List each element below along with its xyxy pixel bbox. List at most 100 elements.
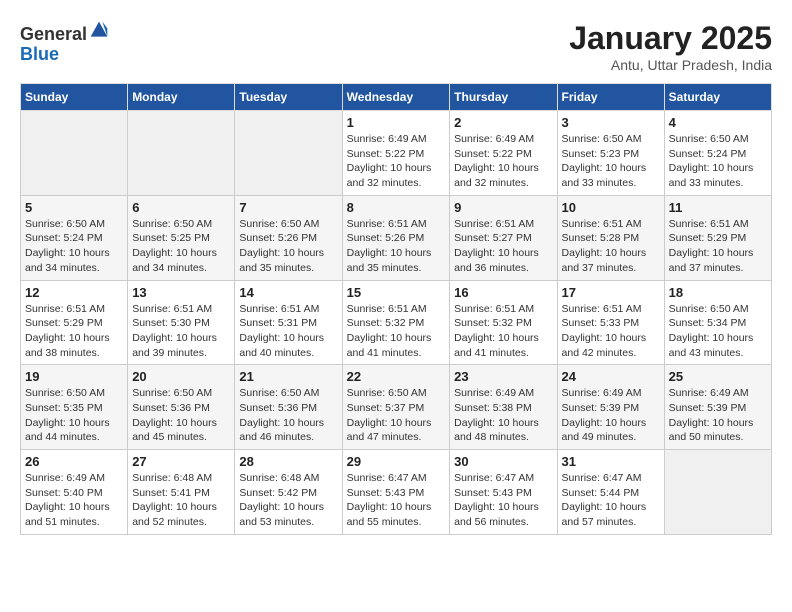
day-info: Sunrise: 6:48 AM Sunset: 5:42 PM Dayligh…	[239, 471, 337, 530]
calendar-cell: 11 Sunrise: 6:51 AM Sunset: 5:29 PM Dayli…	[664, 195, 771, 280]
day-info: Sunrise: 6:50 AM Sunset: 5:24 PM Dayligh…	[669, 132, 767, 191]
calendar-cell: 12Sunrise: 6:51 AM Sunset: 5:29 PM Dayli…	[21, 280, 128, 365]
day-number: 15	[347, 285, 446, 300]
day-number: 9	[454, 200, 552, 215]
calendar-cell: 19 Sunrise: 6:50 AM Sunset: 5:35 PM Dayli…	[21, 365, 128, 450]
day-number: 17	[562, 285, 660, 300]
day-number: 14	[239, 285, 337, 300]
calendar-cell: 30Sunrise: 6:47 AM Sunset: 5:43 PM Dayli…	[450, 450, 557, 535]
header-day-sunday: Sunday	[21, 84, 128, 111]
header: General Blue January 2025 Antu, Uttar Pr…	[20, 20, 772, 73]
header-day-wednesday: Wednesday	[342, 84, 450, 111]
calendar-cell: 31 Sunrise: 6:47 AM Sunset: 5:44 PM Dayli…	[557, 450, 664, 535]
calendar-cell: 23Sunrise: 6:49 AM Sunset: 5:38 PM Dayli…	[450, 365, 557, 450]
day-info: Sunrise: 6:51 AM Sunset: 5:33 PM Dayligh…	[562, 302, 660, 361]
day-info: Sunrise: 6:51 AM Sunset: 5:32 PM Dayligh…	[347, 302, 446, 361]
month-title: January 2025	[569, 20, 772, 57]
calendar-cell: 1Sunrise: 6:49 AM Sunset: 5:22 PM Daylig…	[342, 111, 450, 196]
day-number: 27	[132, 454, 230, 469]
day-number: 13	[132, 285, 230, 300]
day-info: Sunrise: 6:51 AM Sunset: 5:32 PM Dayligh…	[454, 302, 552, 361]
calendar-cell: 22 Sunrise: 6:50 AM Sunset: 5:37 PM Dayli…	[342, 365, 450, 450]
calendar-cell: 28 Sunrise: 6:48 AM Sunset: 5:42 PM Dayli…	[235, 450, 342, 535]
day-number: 26	[25, 454, 123, 469]
day-info: Sunrise: 6:51 AM Sunset: 5:27 PM Dayligh…	[454, 217, 552, 276]
day-number: 8	[347, 200, 446, 215]
calendar: SundayMondayTuesdayWednesdayThursdayFrid…	[20, 83, 772, 535]
logo-icon	[89, 20, 109, 40]
week-row-5: 26 Sunrise: 6:49 AM Sunset: 5:40 PM Dayli…	[21, 450, 772, 535]
logo-blue: Blue	[20, 44, 59, 64]
header-day-monday: Monday	[128, 84, 235, 111]
day-info: Sunrise: 6:49 AM Sunset: 5:39 PM Dayligh…	[669, 386, 767, 445]
day-info: Sunrise: 6:47 AM Sunset: 5:43 PM Dayligh…	[347, 471, 446, 530]
day-info: Sunrise: 6:50 AM Sunset: 5:34 PM Dayligh…	[669, 302, 767, 361]
calendar-cell: 5 Sunrise: 6:50 AM Sunset: 5:24 PM Daylig…	[21, 195, 128, 280]
calendar-cell: 29 Sunrise: 6:47 AM Sunset: 5:43 PM Dayli…	[342, 450, 450, 535]
day-number: 4	[669, 115, 767, 130]
location: Antu, Uttar Pradesh, India	[569, 57, 772, 73]
day-info: Sunrise: 6:51 AM Sunset: 5:26 PM Dayligh…	[347, 217, 446, 276]
header-day-saturday: Saturday	[664, 84, 771, 111]
day-number: 7	[239, 200, 337, 215]
calendar-cell	[664, 450, 771, 535]
day-info: Sunrise: 6:48 AM Sunset: 5:41 PM Dayligh…	[132, 471, 230, 530]
day-number: 12	[25, 285, 123, 300]
logo: General Blue	[20, 20, 109, 65]
day-info: Sunrise: 6:50 AM Sunset: 5:36 PM Dayligh…	[132, 386, 230, 445]
calendar-cell: 16 Sunrise: 6:51 AM Sunset: 5:32 PM Dayli…	[450, 280, 557, 365]
day-number: 18	[669, 285, 767, 300]
day-info: Sunrise: 6:51 AM Sunset: 5:29 PM Dayligh…	[669, 217, 767, 276]
day-info: Sunrise: 6:51 AM Sunset: 5:28 PM Dayligh…	[562, 217, 660, 276]
day-number: 28	[239, 454, 337, 469]
calendar-cell: 4 Sunrise: 6:50 AM Sunset: 5:24 PM Daylig…	[664, 111, 771, 196]
day-number: 1	[347, 115, 446, 130]
calendar-cell: 26 Sunrise: 6:49 AM Sunset: 5:40 PM Dayli…	[21, 450, 128, 535]
calendar-cell: 20 Sunrise: 6:50 AM Sunset: 5:36 PM Dayli…	[128, 365, 235, 450]
day-info: Sunrise: 6:47 AM Sunset: 5:44 PM Dayligh…	[562, 471, 660, 530]
header-day-friday: Friday	[557, 84, 664, 111]
day-number: 16	[454, 285, 552, 300]
calendar-cell	[235, 111, 342, 196]
calendar-cell: 13 Sunrise: 6:51 AM Sunset: 5:30 PM Dayli…	[128, 280, 235, 365]
day-info: Sunrise: 6:50 AM Sunset: 5:24 PM Dayligh…	[25, 217, 123, 276]
day-number: 25	[669, 369, 767, 384]
calendar-cell: 6 Sunrise: 6:50 AM Sunset: 5:25 PM Daylig…	[128, 195, 235, 280]
calendar-cell: 17 Sunrise: 6:51 AM Sunset: 5:33 PM Dayli…	[557, 280, 664, 365]
day-info: Sunrise: 6:50 AM Sunset: 5:25 PM Dayligh…	[132, 217, 230, 276]
day-number: 2	[454, 115, 552, 130]
day-info: Sunrise: 6:49 AM Sunset: 5:40 PM Dayligh…	[25, 471, 123, 530]
day-number: 10	[562, 200, 660, 215]
day-number: 22	[347, 369, 446, 384]
calendar-cell: 2 Sunrise: 6:49 AM Sunset: 5:22 PM Daylig…	[450, 111, 557, 196]
calendar-cell: 8 Sunrise: 6:51 AM Sunset: 5:26 PM Daylig…	[342, 195, 450, 280]
day-info: Sunrise: 6:51 AM Sunset: 5:30 PM Dayligh…	[132, 302, 230, 361]
calendar-cell: 3Sunrise: 6:50 AM Sunset: 5:23 PM Daylig…	[557, 111, 664, 196]
day-number: 5	[25, 200, 123, 215]
day-number: 20	[132, 369, 230, 384]
calendar-cell: 9 Sunrise: 6:51 AM Sunset: 5:27 PM Daylig…	[450, 195, 557, 280]
day-info: Sunrise: 6:50 AM Sunset: 5:26 PM Dayligh…	[239, 217, 337, 276]
day-number: 11	[669, 200, 767, 215]
day-info: Sunrise: 6:50 AM Sunset: 5:23 PM Dayligh…	[562, 132, 660, 191]
day-number: 21	[239, 369, 337, 384]
day-number: 19	[25, 369, 123, 384]
day-info: Sunrise: 6:47 AM Sunset: 5:43 PM Dayligh…	[454, 471, 552, 530]
day-info: Sunrise: 6:50 AM Sunset: 5:35 PM Dayligh…	[25, 386, 123, 445]
day-number: 6	[132, 200, 230, 215]
day-info: Sunrise: 6:50 AM Sunset: 5:37 PM Dayligh…	[347, 386, 446, 445]
day-info: Sunrise: 6:51 AM Sunset: 5:31 PM Dayligh…	[239, 302, 337, 361]
calendar-header-row: SundayMondayTuesdayWednesdayThursdayFrid…	[21, 84, 772, 111]
calendar-cell	[21, 111, 128, 196]
calendar-cell: 14 Sunrise: 6:51 AM Sunset: 5:31 PM Dayli…	[235, 280, 342, 365]
week-row-1: 1 Sunrise: 6:49 AM Sunset: 5:22 PM Daylig…	[21, 111, 772, 196]
day-number: 31	[562, 454, 660, 469]
day-info: Sunrise: 6:49 AM Sunset: 5:22 PM Dayligh…	[454, 132, 552, 191]
header-day-thursday: Thursday	[450, 84, 557, 111]
day-info: Sunrise: 6:49 AM Sunset: 5:38 PM Dayligh…	[454, 386, 552, 445]
calendar-cell: 18 Sunrise: 6:50 AM Sunset: 5:34 PM Dayli…	[664, 280, 771, 365]
calendar-cell: 15 Sunrise: 6:51 AM Sunset: 5:32 PM Dayli…	[342, 280, 450, 365]
day-number: 29	[347, 454, 446, 469]
title-area: January 2025 Antu, Uttar Pradesh, India	[569, 20, 772, 73]
week-row-2: 5 Sunrise: 6:50 AM Sunset: 5:24 PM Daylig…	[21, 195, 772, 280]
